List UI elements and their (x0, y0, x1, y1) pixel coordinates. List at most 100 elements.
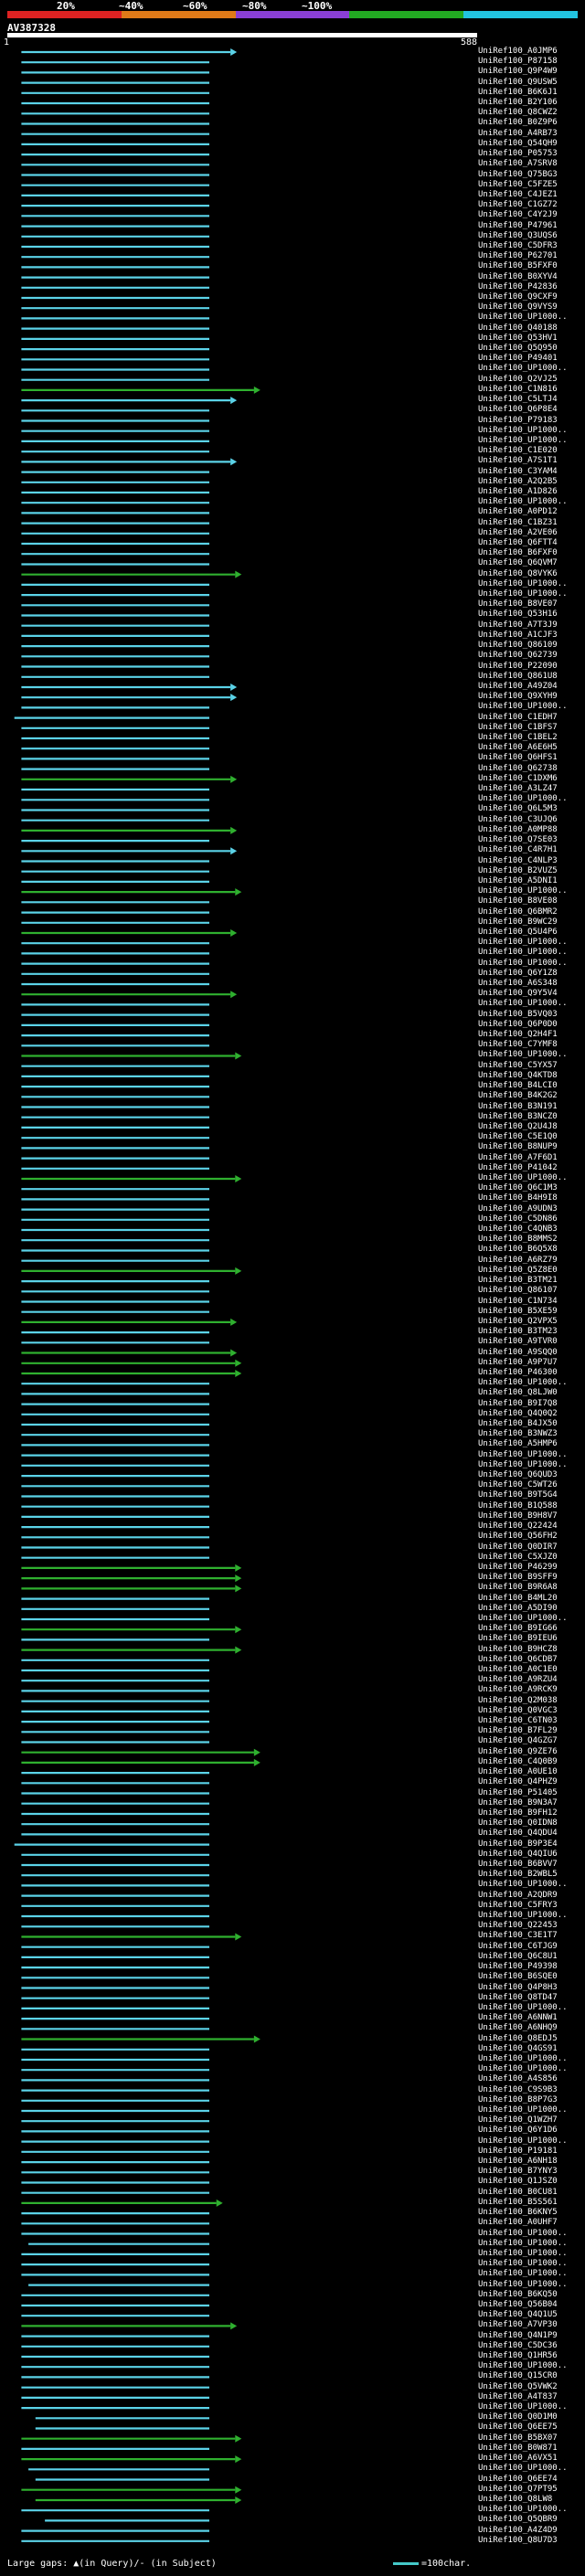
hit-label[interactable]: UniRef100_UP1000.. (478, 1173, 568, 1182)
hit-label[interactable]: UniRef100_Q15CR0 (478, 2372, 558, 2380)
hit-label[interactable]: UniRef100_UP1000.. (478, 365, 568, 373)
hit-label[interactable]: UniRef100_B1Q588 (478, 1501, 558, 1511)
hit-label[interactable]: UniRef100_B9WC29 (478, 917, 558, 927)
hit-label[interactable]: UniRef100_B8NUP9 (478, 1143, 558, 1151)
hit-label[interactable]: UniRef100_P49401 (478, 355, 558, 363)
hit-label[interactable]: UniRef100_A0MP88 (478, 825, 558, 834)
hit-label[interactable]: UniRef100_C5YX57 (478, 1061, 558, 1070)
hit-label[interactable]: UniRef100_B6SQE0 (478, 1973, 558, 1981)
hit-label[interactable]: UniRef100_Q2H4F1 (478, 1031, 558, 1039)
hit-label[interactable]: UniRef100_B9H8V7 (478, 1511, 558, 1521)
hit-label[interactable]: UniRef100_A4RB73 (478, 129, 558, 138)
hit-label[interactable]: UniRef100_C4QNB3 (478, 1225, 558, 1234)
hit-label[interactable]: UniRef100_UP1000.. (478, 2465, 568, 2473)
hit-label[interactable]: UniRef100_Q5VWK2 (478, 2382, 558, 2391)
hit-label[interactable]: UniRef100_Q56FH2 (478, 1532, 558, 1541)
hit-label[interactable]: UniRef100_C5E1Q0 (478, 1133, 558, 1141)
hit-label[interactable]: UniRef100_A6NH18 (478, 2157, 558, 2166)
hit-label[interactable]: UniRef100_UP1000.. (478, 1051, 568, 1059)
hit-label[interactable]: UniRef100_C1EDH7 (478, 713, 558, 722)
hit-label[interactable]: UniRef100_Q2VJ25 (478, 375, 558, 384)
hit-label[interactable]: UniRef100_UP1000.. (478, 949, 568, 957)
hit-label[interactable]: UniRef100_A49Z04 (478, 682, 558, 691)
hit-label[interactable]: UniRef100_Q5QBR9 (478, 2516, 558, 2524)
hit-label[interactable]: UniRef100_Q0DIR7 (478, 1542, 558, 1552)
hit-label[interactable]: UniRef100_B3NWZ3 (478, 1430, 558, 1438)
hit-label[interactable]: UniRef100_Q5Z8E0 (478, 1266, 558, 1275)
hit-label[interactable]: UniRef100_C5LTJ4 (478, 396, 558, 404)
hit-label[interactable]: UniRef100_UP1000.. (478, 1000, 568, 1008)
hit-label[interactable]: UniRef100_B4H9I8 (478, 1194, 558, 1203)
hit-label[interactable]: UniRef100_C3YAM4 (478, 467, 558, 476)
hit-label[interactable]: UniRef100_C1N816 (478, 385, 558, 394)
hit-label[interactable]: UniRef100_Q22424 (478, 1522, 558, 1531)
hit-label[interactable]: UniRef100_B9IG66 (478, 1625, 558, 1633)
hit-label[interactable]: UniRef100_B4LCI0 (478, 1082, 558, 1090)
hit-label[interactable]: UniRef100_A9TVR0 (478, 1338, 558, 1346)
hit-label[interactable]: UniRef100_P46299 (478, 1563, 558, 1572)
hit-label[interactable]: UniRef100_C1BEL2 (478, 734, 558, 742)
hit-label[interactable]: UniRef100_Q9USW5 (478, 78, 558, 87)
hit-label[interactable]: UniRef100_UP1000.. (478, 795, 568, 803)
hit-label[interactable]: UniRef100_C3E1T7 (478, 1932, 558, 1940)
hit-label[interactable]: UniRef100_A6S348 (478, 980, 558, 988)
hit-label[interactable]: UniRef100_P46300 (478, 1368, 558, 1377)
hit-label[interactable]: UniRef100_Q75BG3 (478, 170, 558, 179)
hit-label[interactable]: UniRef100_Q2VPX5 (478, 1317, 558, 1326)
hit-label[interactable]: UniRef100_C3UJQ6 (478, 815, 558, 824)
hit-label[interactable]: UniRef100_B3NCZ0 (478, 1112, 558, 1121)
hit-label[interactable]: UniRef100_C6TJG9 (478, 1942, 558, 1951)
hit-label[interactable]: UniRef100_A6VX51 (478, 2454, 558, 2463)
hit-label[interactable]: UniRef100_UP1000.. (478, 1881, 568, 1889)
hit-label[interactable]: UniRef100_B8MMS2 (478, 1235, 558, 1244)
hit-label[interactable]: UniRef100_Q22453 (478, 1922, 558, 1930)
hit-label[interactable]: UniRef100_B7YNY3 (478, 2168, 558, 2176)
hit-label[interactable]: UniRef100_A2QDR9 (478, 1891, 558, 1900)
hit-label[interactable]: UniRef100_A4S856 (478, 2075, 558, 2083)
hit-label[interactable]: UniRef100_UP1000.. (478, 1379, 568, 1387)
hit-label[interactable]: UniRef100_Q2M038 (478, 1696, 558, 1705)
hit-label[interactable]: UniRef100_B9SFF9 (478, 1574, 558, 1582)
hit-label[interactable]: UniRef100_B9FH12 (478, 1808, 558, 1818)
hit-label[interactable]: UniRef100_P79183 (478, 416, 558, 425)
hit-label[interactable]: UniRef100_B6Q5X8 (478, 1246, 558, 1254)
hit-label[interactable]: UniRef100_Q1HR56 (478, 2352, 558, 2360)
hit-label[interactable]: UniRef100_UP1000.. (478, 938, 568, 947)
hit-label[interactable]: UniRef100_Q3UQS6 (478, 231, 558, 240)
hit-label[interactable]: UniRef100_A1D826 (478, 487, 558, 496)
hit-label[interactable]: UniRef100_B6BVV7 (478, 1860, 558, 1869)
hit-label[interactable]: UniRef100_B9P3E4 (478, 1839, 558, 1849)
hit-label[interactable]: UniRef100_Q8CWZ2 (478, 109, 558, 117)
hit-label[interactable]: UniRef100_UP1000.. (478, 2506, 568, 2514)
hit-label[interactable]: UniRef100_Q0VGC3 (478, 1706, 558, 1715)
hit-label[interactable]: UniRef100_Q6CDB7 (478, 1655, 558, 1664)
hit-label[interactable]: UniRef100_A7S1T1 (478, 457, 558, 465)
hit-label[interactable]: UniRef100_C4Q0B9 (478, 1757, 558, 1766)
hit-label[interactable]: UniRef100_Q4PHZ9 (478, 1778, 558, 1786)
hit-label[interactable]: UniRef100_A7T3J9 (478, 620, 558, 630)
hit-label[interactable]: UniRef100_B4ML20 (478, 1594, 558, 1603)
hit-label[interactable]: UniRef100_Q9XYH9 (478, 693, 558, 701)
hit-label[interactable]: UniRef100_P22090 (478, 662, 558, 671)
hit-label[interactable]: UniRef100_UP1000.. (478, 2065, 568, 2073)
hit-label[interactable]: UniRef100_B2VUZ5 (478, 866, 558, 875)
hit-label[interactable]: UniRef100_Q6C8U1 (478, 1952, 558, 1961)
hit-label[interactable]: UniRef100_UP1000.. (478, 436, 568, 445)
hit-label[interactable]: UniRef100_Q40188 (478, 323, 558, 333)
hit-label[interactable]: UniRef100_A4T837 (478, 2392, 558, 2401)
hit-label[interactable]: UniRef100_A9P7U7 (478, 1358, 558, 1367)
hit-label[interactable]: UniRef100_P87158 (478, 58, 558, 66)
hit-label[interactable]: UniRef100_Q8TD47 (478, 1993, 558, 2002)
hit-label[interactable]: UniRef100_A7F6D1 (478, 1153, 558, 1162)
hit-label[interactable]: UniRef100_B2Y106 (478, 99, 558, 107)
hit-label[interactable]: UniRef100_B6KNY5 (478, 2209, 558, 2217)
hit-label[interactable]: UniRef100_Q6QUD3 (478, 1471, 558, 1479)
hit-label[interactable]: UniRef100_UP1000.. (478, 426, 568, 435)
hit-label[interactable]: UniRef100_C5FRY3 (478, 1901, 558, 1910)
hit-label[interactable]: UniRef100_B9T5G4 (478, 1491, 558, 1500)
hit-label[interactable]: UniRef100_A1CJF3 (478, 631, 558, 640)
hit-label[interactable]: UniRef100_C5XJZ0 (478, 1553, 558, 1562)
hit-label[interactable]: UniRef100_Q9CXF9 (478, 293, 558, 302)
hit-label[interactable]: UniRef100_Q6HFS1 (478, 754, 558, 762)
hit-label[interactable]: UniRef100_B5FXF0 (478, 262, 558, 270)
